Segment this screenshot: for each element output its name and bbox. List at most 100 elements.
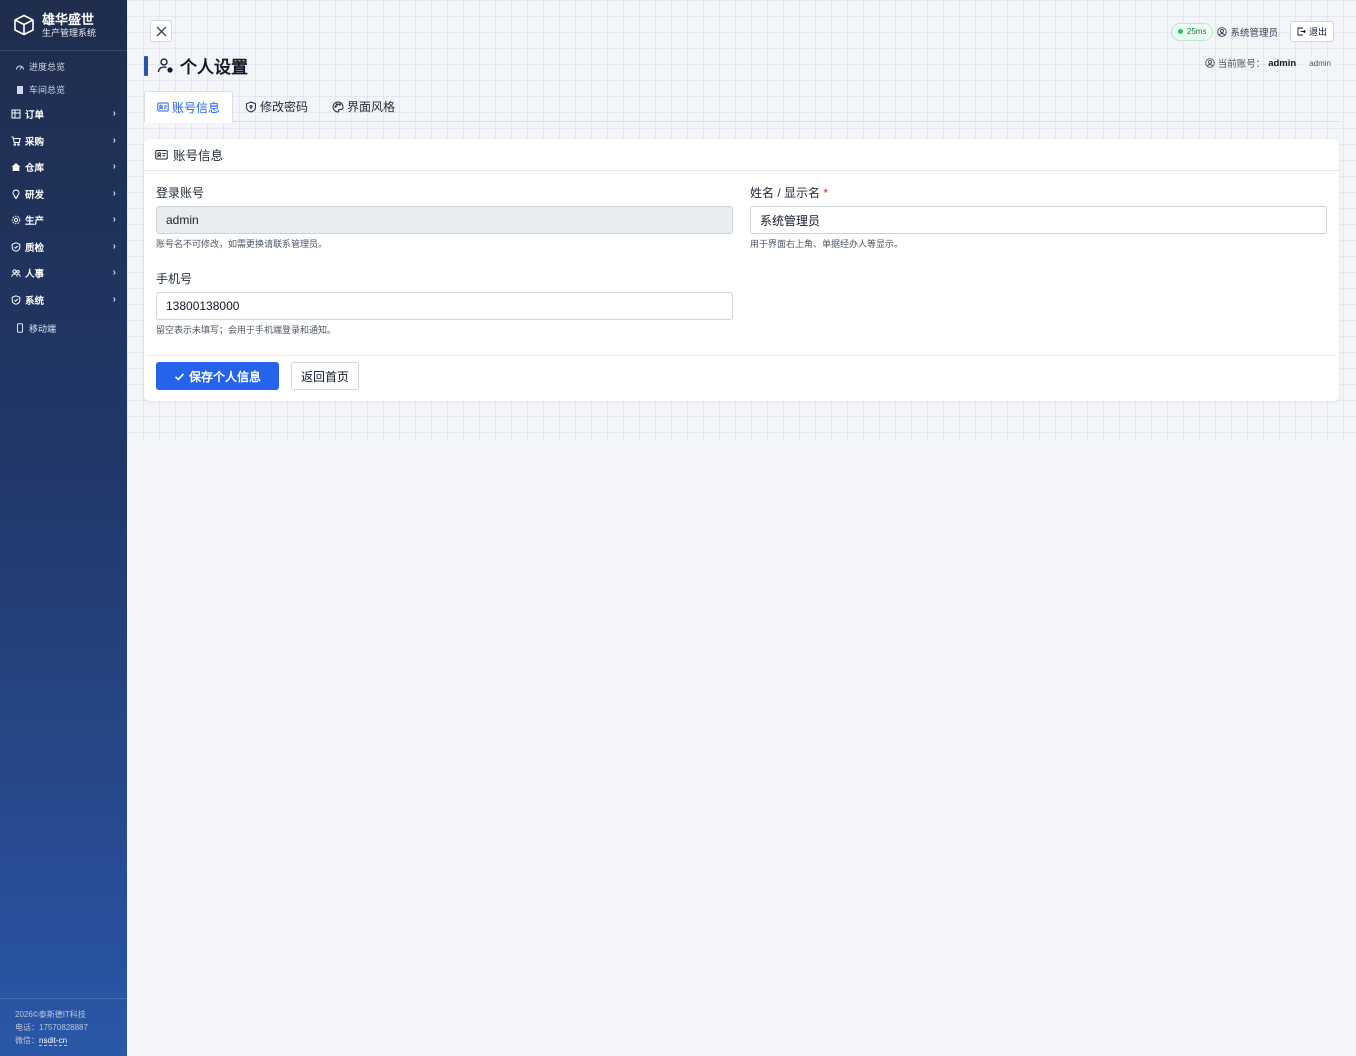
display-name-label-text: 姓名 / 显示名: [750, 186, 821, 200]
brand-name: 雄华盛世: [42, 11, 95, 27]
phone-label: 手机号: [156, 272, 193, 286]
shield-icon: [11, 242, 21, 252]
cart-icon: [11, 136, 21, 146]
phone-contact: 电话：17570828887: [15, 1023, 88, 1032]
close-icon: [156, 26, 166, 36]
palette-icon: [332, 100, 344, 113]
current-account-value: admin: [1268, 57, 1297, 69]
wechat-id[interactable]: nsdit-cn: [39, 1036, 68, 1046]
account-badge: admin: [1304, 56, 1336, 70]
chevron-right-icon: ›: [112, 187, 116, 199]
phone-icon: [15, 323, 25, 333]
login-account-label: 登录账号: [156, 186, 205, 200]
shield-icon: [11, 295, 21, 305]
display-name-field: 姓名 / 显示名 * 系统管理员 用于界面右上角、单据经办人等显示。: [750, 184, 1327, 250]
sidebar-item-progress[interactable]: 进度总览: [0, 55, 127, 78]
tab-theme[interactable]: 界面风格: [320, 91, 407, 122]
sidebar-item-label: 研发: [25, 189, 45, 201]
page-header: 个人设置: [144, 53, 248, 78]
login-account-help: 账号名不可修改，如需更换请联系管理员。: [156, 239, 328, 249]
login-account-field: 登录账号 admin 账号名不可修改，如需更换请联系管理员。: [156, 184, 733, 250]
id-card-icon: [157, 102, 169, 112]
logout-label: 退出: [1308, 27, 1327, 37]
sidebar-item-label: 质检: [25, 242, 45, 254]
sidebar-item-label: 采购: [25, 136, 45, 148]
brand-subtitle: 生产管理系统: [42, 27, 97, 38]
brand[interactable]: 雄华盛世 生产管理系统: [0, 0, 127, 51]
sidebar-item-orders[interactable]: 订单 ›: [0, 101, 127, 128]
sidebar-item-system[interactable]: 系统 ›: [0, 287, 127, 314]
sidebar-item-hr[interactable]: 人事 ›: [0, 260, 127, 287]
sidebar-item-warehouse[interactable]: 仓库 ›: [0, 154, 127, 181]
current-account-info: 当前账号： admin admin: [1204, 56, 1336, 70]
card-footer-divider: [147, 355, 1336, 356]
current-account-label: 当前账号：: [1217, 59, 1266, 70]
settings-tabs: 账号信息 修改密码 界面风格: [144, 91, 1339, 123]
logout-button[interactable]: 退出: [1289, 21, 1334, 42]
sidebar-item-purchase[interactable]: 采购 ›: [0, 128, 127, 155]
current-user[interactable]: 系统管理员: [1217, 25, 1278, 39]
people-icon: [11, 268, 21, 278]
sidebar: 雄华盛世 生产管理系统 进度总览 车间总览 订单 › 采购 › 仓库 › 研发 …: [0, 0, 127, 1056]
sidebar-item-label: 车间总览: [29, 85, 66, 95]
display-name-input[interactable]: 系统管理员: [750, 206, 1327, 234]
shield-lock-icon: [246, 100, 257, 113]
sidebar-item-label: 仓库: [25, 163, 45, 175]
tab-label: 修改密码: [260, 100, 309, 114]
house-icon: [11, 162, 21, 172]
wechat-label: 微信：: [15, 1036, 39, 1045]
sidebar-item-mobile[interactable]: 移动端: [0, 315, 127, 342]
sidebar-item-quality[interactable]: 质检 ›: [0, 234, 127, 261]
gauge-icon: [15, 62, 25, 72]
sidebar-item-rnd[interactable]: 研发 ›: [0, 181, 127, 208]
table-icon: [11, 109, 21, 119]
sidebar-item-label: 移动端: [29, 323, 57, 334]
chevron-right-icon: ›: [112, 214, 116, 226]
sidebar-footer: 2026©泰斯德IT科技 电话：17570828887 微信：nsdit-cn: [0, 998, 127, 1056]
user-circle-icon: [1204, 58, 1215, 68]
chevron-right-icon: ›: [112, 134, 116, 146]
title-accent-bar: [144, 55, 148, 76]
sidebar-item-production[interactable]: 生产 ›: [0, 207, 127, 234]
sidebar-item-label: 进度总览: [29, 62, 66, 72]
tab-label: 账号信息: [172, 100, 221, 115]
chevron-right-icon: ›: [112, 161, 116, 173]
chevron-right-icon: ›: [112, 293, 116, 305]
chevron-right-icon: ›: [112, 108, 116, 120]
latency-badge: 25ms: [1170, 22, 1214, 41]
page-title: 个人设置: [180, 58, 248, 77]
user-gear-icon: [157, 58, 173, 73]
user-circle-icon: [1217, 26, 1228, 37]
required-mark: *: [823, 186, 829, 200]
save-profile-button[interactable]: 保存个人信息: [156, 362, 280, 390]
sidebar-item-workshop[interactable]: 车间总览: [0, 78, 127, 101]
display-name-label: 姓名 / 显示名 *: [750, 184, 1327, 200]
check-icon: [174, 372, 185, 381]
chevron-right-icon: ›: [112, 267, 116, 279]
tab-account-info[interactable]: 账号信息: [144, 91, 234, 123]
save-profile-label: 保存个人信息: [189, 369, 262, 384]
phone-input[interactable]: 13800138000: [156, 292, 733, 320]
tab-change-password[interactable]: 修改密码: [233, 91, 320, 122]
main-content: 25ms 系统管理员 退出 个人设置 当前账号： admin admin 账号信…: [127, 0, 1356, 1056]
sidebar-nav: 进度总览 车间总览 订单 › 采购 › 仓库 › 研发 › 生产 › 质检 › …: [0, 51, 127, 342]
sidebar-item-label: 生产: [25, 216, 45, 228]
card-title: 账号信息: [173, 149, 224, 163]
close-button[interactable]: [150, 20, 172, 42]
bulb-icon: [11, 189, 21, 199]
logout-icon: [1297, 27, 1306, 36]
current-user-name: 系统管理员: [1230, 27, 1278, 39]
login-account-input[interactable]: admin: [156, 206, 733, 234]
tab-label: 界面风格: [347, 100, 396, 114]
topbar-right: 25ms 系统管理员 退出: [1170, 21, 1334, 42]
gear-icon: [11, 215, 21, 225]
status-dot-icon: [1177, 29, 1183, 34]
latency-value: 25ms: [1186, 27, 1207, 36]
sidebar-item-label: 人事: [25, 269, 45, 281]
building-icon: [15, 85, 25, 95]
copyright: 2026©泰斯德IT科技: [15, 1010, 86, 1019]
display-name-help: 用于界面右上角、单据经办人等显示。: [750, 239, 904, 249]
back-home-button[interactable]: 返回首页: [291, 362, 360, 390]
card-header: 账号信息: [144, 139, 1339, 171]
chevron-right-icon: ›: [112, 240, 116, 252]
